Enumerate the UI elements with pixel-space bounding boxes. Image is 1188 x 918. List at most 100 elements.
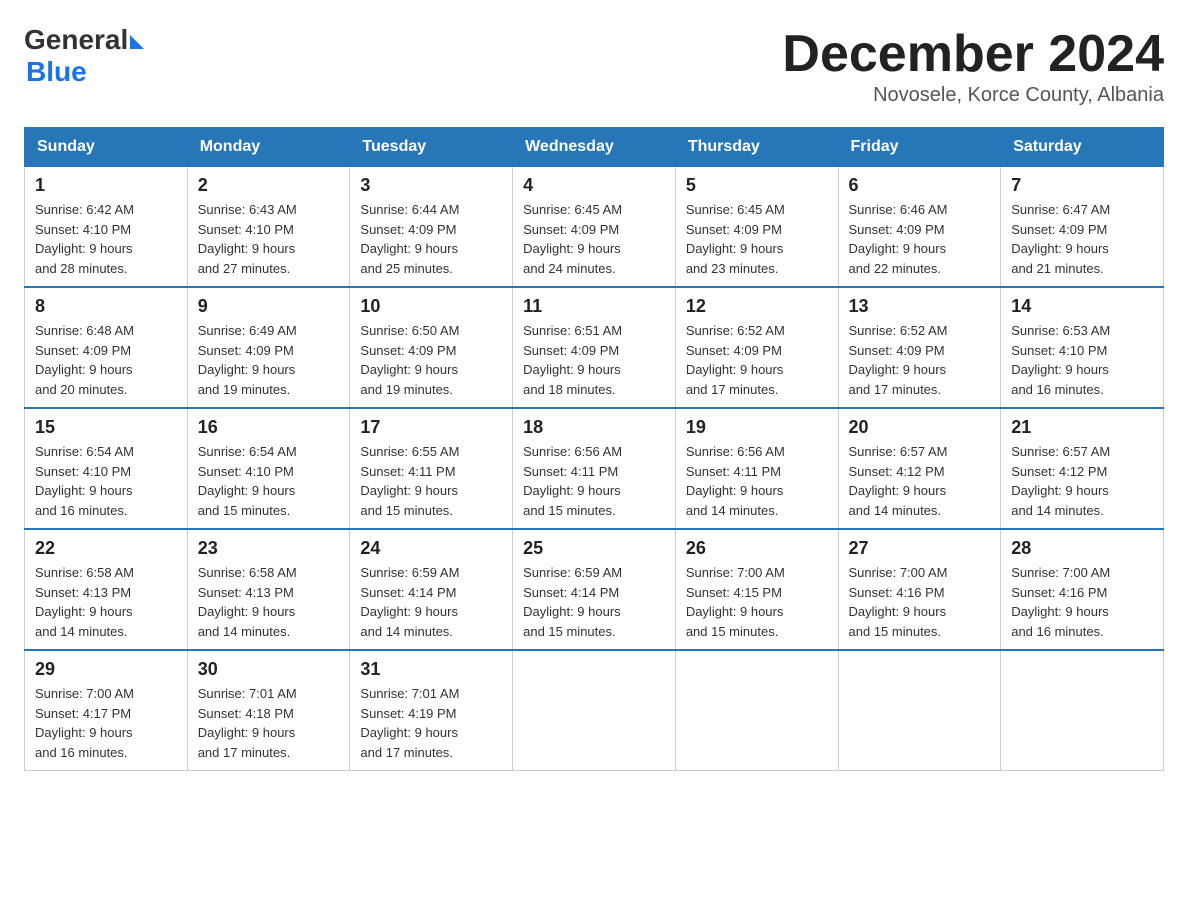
- calendar-cell: 18 Sunrise: 6:56 AMSunset: 4:11 PMDaylig…: [513, 408, 676, 529]
- header-thursday: Thursday: [675, 128, 838, 167]
- day-info: Sunrise: 6:44 AMSunset: 4:09 PMDaylight:…: [360, 202, 459, 276]
- day-info: Sunrise: 6:58 AMSunset: 4:13 PMDaylight:…: [35, 565, 134, 639]
- calendar-cell: 1 Sunrise: 6:42 AMSunset: 4:10 PMDayligh…: [25, 167, 188, 288]
- day-info: Sunrise: 7:00 AMSunset: 4:16 PMDaylight:…: [849, 565, 948, 639]
- calendar-header-row: SundayMondayTuesdayWednesdayThursdayFrid…: [25, 128, 1164, 167]
- calendar-cell: 20 Sunrise: 6:57 AMSunset: 4:12 PMDaylig…: [838, 408, 1001, 529]
- day-info: Sunrise: 7:01 AMSunset: 4:19 PMDaylight:…: [360, 686, 459, 760]
- calendar-location: Novosele, Korce County, Albania: [782, 84, 1164, 107]
- calendar-cell: 21 Sunrise: 6:57 AMSunset: 4:12 PMDaylig…: [1001, 408, 1164, 529]
- calendar-cell: 22 Sunrise: 6:58 AMSunset: 4:13 PMDaylig…: [25, 529, 188, 650]
- day-info: Sunrise: 6:49 AMSunset: 4:09 PMDaylight:…: [198, 323, 297, 397]
- day-number: 20: [849, 417, 991, 438]
- week-row-1: 1 Sunrise: 6:42 AMSunset: 4:10 PMDayligh…: [25, 167, 1164, 288]
- page-header: General Blue December 2024 Novosele, Kor…: [24, 24, 1164, 107]
- day-number: 11: [523, 296, 665, 317]
- day-info: Sunrise: 6:50 AMSunset: 4:09 PMDaylight:…: [360, 323, 459, 397]
- day-info: Sunrise: 7:00 AMSunset: 4:15 PMDaylight:…: [686, 565, 785, 639]
- day-number: 24: [360, 538, 502, 559]
- calendar-cell: 10 Sunrise: 6:50 AMSunset: 4:09 PMDaylig…: [350, 287, 513, 408]
- header-saturday: Saturday: [1001, 128, 1164, 167]
- day-number: 26: [686, 538, 828, 559]
- logo: General Blue: [24, 24, 144, 88]
- day-number: 8: [35, 296, 177, 317]
- calendar-cell: 3 Sunrise: 6:44 AMSunset: 4:09 PMDayligh…: [350, 167, 513, 288]
- day-number: 29: [35, 659, 177, 680]
- day-number: 23: [198, 538, 340, 559]
- day-info: Sunrise: 6:45 AMSunset: 4:09 PMDaylight:…: [523, 202, 622, 276]
- calendar-title: December 2024: [782, 24, 1164, 84]
- calendar-cell: 26 Sunrise: 7:00 AMSunset: 4:15 PMDaylig…: [675, 529, 838, 650]
- calendar-cell: 13 Sunrise: 6:52 AMSunset: 4:09 PMDaylig…: [838, 287, 1001, 408]
- day-number: 25: [523, 538, 665, 559]
- week-row-3: 15 Sunrise: 6:54 AMSunset: 4:10 PMDaylig…: [25, 408, 1164, 529]
- day-number: 17: [360, 417, 502, 438]
- day-info: Sunrise: 6:45 AMSunset: 4:09 PMDaylight:…: [686, 202, 785, 276]
- calendar-cell: 5 Sunrise: 6:45 AMSunset: 4:09 PMDayligh…: [675, 167, 838, 288]
- day-info: Sunrise: 6:59 AMSunset: 4:14 PMDaylight:…: [523, 565, 622, 639]
- day-info: Sunrise: 6:54 AMSunset: 4:10 PMDaylight:…: [35, 444, 134, 518]
- calendar-table: SundayMondayTuesdayWednesdayThursdayFrid…: [24, 127, 1164, 771]
- day-info: Sunrise: 6:57 AMSunset: 4:12 PMDaylight:…: [1011, 444, 1110, 518]
- header-friday: Friday: [838, 128, 1001, 167]
- day-info: Sunrise: 6:54 AMSunset: 4:10 PMDaylight:…: [198, 444, 297, 518]
- day-number: 28: [1011, 538, 1153, 559]
- calendar-cell: 31 Sunrise: 7:01 AMSunset: 4:19 PMDaylig…: [350, 650, 513, 771]
- day-info: Sunrise: 6:52 AMSunset: 4:09 PMDaylight:…: [686, 323, 785, 397]
- day-number: 9: [198, 296, 340, 317]
- day-number: 2: [198, 175, 340, 196]
- calendar-cell: 8 Sunrise: 6:48 AMSunset: 4:09 PMDayligh…: [25, 287, 188, 408]
- calendar-cell: 17 Sunrise: 6:55 AMSunset: 4:11 PMDaylig…: [350, 408, 513, 529]
- calendar-cell: [513, 650, 676, 771]
- day-info: Sunrise: 6:47 AMSunset: 4:09 PMDaylight:…: [1011, 202, 1110, 276]
- day-info: Sunrise: 7:01 AMSunset: 4:18 PMDaylight:…: [198, 686, 297, 760]
- day-number: 18: [523, 417, 665, 438]
- day-info: Sunrise: 6:53 AMSunset: 4:10 PMDaylight:…: [1011, 323, 1110, 397]
- day-info: Sunrise: 6:58 AMSunset: 4:13 PMDaylight:…: [198, 565, 297, 639]
- day-number: 21: [1011, 417, 1153, 438]
- calendar-cell: 24 Sunrise: 6:59 AMSunset: 4:14 PMDaylig…: [350, 529, 513, 650]
- day-number: 6: [849, 175, 991, 196]
- week-row-5: 29 Sunrise: 7:00 AMSunset: 4:17 PMDaylig…: [25, 650, 1164, 771]
- day-number: 5: [686, 175, 828, 196]
- week-row-2: 8 Sunrise: 6:48 AMSunset: 4:09 PMDayligh…: [25, 287, 1164, 408]
- day-number: 19: [686, 417, 828, 438]
- day-info: Sunrise: 6:55 AMSunset: 4:11 PMDaylight:…: [360, 444, 459, 518]
- calendar-cell: 6 Sunrise: 6:46 AMSunset: 4:09 PMDayligh…: [838, 167, 1001, 288]
- calendar-cell: 23 Sunrise: 6:58 AMSunset: 4:13 PMDaylig…: [187, 529, 350, 650]
- calendar-cell: 27 Sunrise: 7:00 AMSunset: 4:16 PMDaylig…: [838, 529, 1001, 650]
- calendar-cell: 4 Sunrise: 6:45 AMSunset: 4:09 PMDayligh…: [513, 167, 676, 288]
- calendar-cell: 29 Sunrise: 7:00 AMSunset: 4:17 PMDaylig…: [25, 650, 188, 771]
- day-info: Sunrise: 6:57 AMSunset: 4:12 PMDaylight:…: [849, 444, 948, 518]
- calendar-cell: 19 Sunrise: 6:56 AMSunset: 4:11 PMDaylig…: [675, 408, 838, 529]
- day-info: Sunrise: 6:59 AMSunset: 4:14 PMDaylight:…: [360, 565, 459, 639]
- calendar-cell: 7 Sunrise: 6:47 AMSunset: 4:09 PMDayligh…: [1001, 167, 1164, 288]
- title-block: December 2024 Novosele, Korce County, Al…: [782, 24, 1164, 107]
- calendar-cell: [838, 650, 1001, 771]
- logo-general-text: General: [24, 24, 128, 56]
- day-number: 30: [198, 659, 340, 680]
- day-number: 10: [360, 296, 502, 317]
- day-number: 3: [360, 175, 502, 196]
- calendar-cell: [1001, 650, 1164, 771]
- day-number: 12: [686, 296, 828, 317]
- day-number: 1: [35, 175, 177, 196]
- week-row-4: 22 Sunrise: 6:58 AMSunset: 4:13 PMDaylig…: [25, 529, 1164, 650]
- logo-triangle-icon: [130, 35, 144, 49]
- day-number: 4: [523, 175, 665, 196]
- day-info: Sunrise: 6:46 AMSunset: 4:09 PMDaylight:…: [849, 202, 948, 276]
- calendar-cell: 25 Sunrise: 6:59 AMSunset: 4:14 PMDaylig…: [513, 529, 676, 650]
- calendar-cell: 12 Sunrise: 6:52 AMSunset: 4:09 PMDaylig…: [675, 287, 838, 408]
- calendar-cell: 11 Sunrise: 6:51 AMSunset: 4:09 PMDaylig…: [513, 287, 676, 408]
- day-info: Sunrise: 7:00 AMSunset: 4:17 PMDaylight:…: [35, 686, 134, 760]
- day-info: Sunrise: 7:00 AMSunset: 4:16 PMDaylight:…: [1011, 565, 1110, 639]
- header-wednesday: Wednesday: [513, 128, 676, 167]
- calendar-cell: 15 Sunrise: 6:54 AMSunset: 4:10 PMDaylig…: [25, 408, 188, 529]
- calendar-cell: 30 Sunrise: 7:01 AMSunset: 4:18 PMDaylig…: [187, 650, 350, 771]
- day-info: Sunrise: 6:51 AMSunset: 4:09 PMDaylight:…: [523, 323, 622, 397]
- day-info: Sunrise: 6:43 AMSunset: 4:10 PMDaylight:…: [198, 202, 297, 276]
- day-number: 22: [35, 538, 177, 559]
- day-number: 14: [1011, 296, 1153, 317]
- header-tuesday: Tuesday: [350, 128, 513, 167]
- header-monday: Monday: [187, 128, 350, 167]
